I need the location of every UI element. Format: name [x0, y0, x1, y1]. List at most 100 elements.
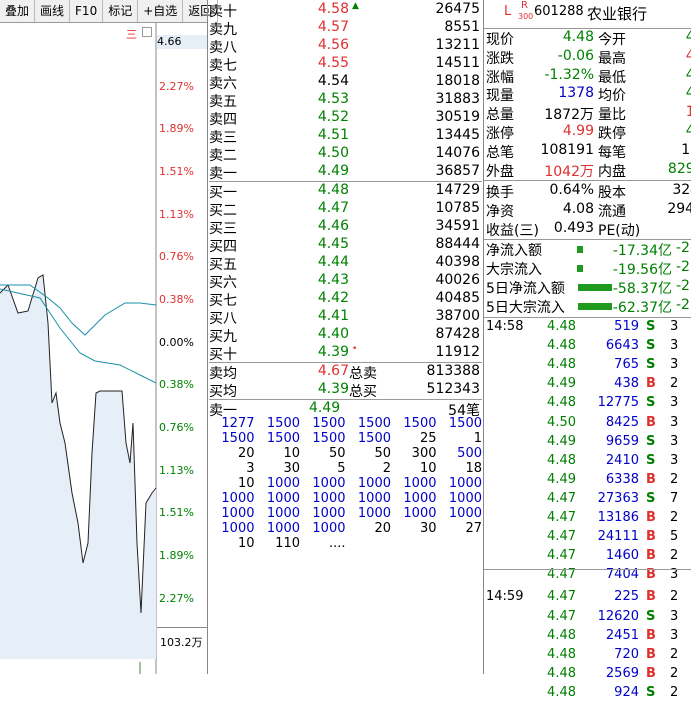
tick-time: 14:59 — [486, 589, 524, 605]
pct-label: 2.27% — [159, 592, 194, 605]
buy-level-label: 买三 — [209, 221, 237, 237]
tick-volume: 765 — [614, 357, 639, 373]
tick-row: 4.48 720 B 2 — [486, 647, 691, 666]
tick-extra: 3 — [670, 395, 679, 411]
queue-cell: 1277 — [221, 416, 255, 431]
buy-level-volume: 40485 — [435, 290, 480, 306]
sell-level-label: 卖八 — [209, 40, 237, 56]
buy-level-label: 买四 — [209, 239, 237, 255]
tick-row: 4.49 6338 B 2 — [486, 472, 691, 491]
tick-side: S — [646, 490, 656, 506]
buy-level-label: 买八 — [209, 311, 237, 327]
quote-row: 现价 4.48今开 4.5 — [486, 29, 691, 48]
draw-line-button[interactable]: 画线 — [35, 0, 71, 22]
buy-level-row[interactable]: 买三 4.46 34591 — [209, 218, 482, 237]
quote-row: 涨跌 -0.06最高 4.6 — [486, 48, 691, 67]
tick-volume: 2451 — [605, 627, 639, 643]
queue-cell: 1000 — [357, 491, 391, 506]
fundamental-value: 4.08 — [562, 201, 594, 217]
capital-flow-label: 5日大宗流入 — [486, 300, 565, 316]
quote-label: 最高 — [598, 50, 626, 67]
capital-flow-value: -19.56亿 — [612, 262, 672, 278]
queue-cell: 1500 — [357, 416, 391, 431]
window-toggle-icon[interactable] — [142, 27, 152, 37]
tick-extra: 2 — [670, 471, 679, 487]
buy-level-label: 买七 — [209, 293, 237, 309]
tick-row: 4.48 765 S 3 — [486, 357, 691, 376]
fundamental-value: 0.64% — [549, 182, 594, 198]
buy-level-price: 4.48 — [317, 182, 349, 198]
tick-side: B — [646, 510, 656, 525]
quote-value: 4.0 — [685, 123, 691, 139]
queue-cell: 1000 — [312, 491, 346, 506]
sell-level-price: 4.49 — [317, 163, 349, 179]
queue-row: 10 1000 1000 1000 1000 1000 — [209, 476, 482, 491]
panel-divider — [483, 0, 484, 674]
mark-button[interactable]: 标记 — [103, 0, 139, 22]
buy-level-row[interactable]: 买八 4.41 38700 — [209, 308, 482, 327]
tick-volume: 2569 — [605, 665, 639, 681]
buy-level-row[interactable]: 买五 4.44 40398 — [209, 254, 482, 273]
sell-level-row[interactable]: 卖十 4.58 ▲ 26475 — [209, 1, 482, 20]
tick-extra: 2 — [670, 684, 679, 700]
tick-price: 4.48 — [547, 452, 576, 468]
sell-level-row[interactable]: 卖三 4.51 13445 — [209, 127, 482, 146]
sell-level-row[interactable]: 卖二 4.50 14076 — [209, 145, 482, 164]
sell-level-row[interactable]: 卖六 4.54 18018 — [209, 73, 482, 92]
buy-level-volume: 14729 — [435, 182, 480, 198]
sell-level-volume: 14076 — [435, 145, 480, 161]
buy-level-row[interactable]: 买七 4.42 40485 — [209, 290, 482, 309]
buy-level-price: 4.39 — [317, 344, 349, 360]
sell-level-row[interactable]: 卖一 4.49 36857 — [209, 163, 482, 182]
r-sub: 300 — [518, 12, 534, 21]
sell-level-row[interactable]: 卖九 4.57 8551 — [209, 19, 482, 38]
total-buy-value: 512343 — [426, 381, 480, 397]
tick-volume: 24111 — [597, 529, 639, 545]
sell-level-label: 卖三 — [209, 130, 237, 146]
sell-level-label: 卖十 — [209, 4, 237, 20]
pct-label: 1.89% — [159, 549, 194, 562]
fundamental-row: 收益(三)0.493PE(动)6 — [486, 220, 691, 239]
sell-level-row[interactable]: 卖四 4.52 30519 — [209, 109, 482, 128]
queue-cell: 1000 — [448, 506, 482, 521]
buy-level-price: 4.43 — [317, 272, 349, 288]
buy-level-row[interactable]: 买十 4.39 • 11912 — [209, 344, 482, 363]
sell-level-row[interactable]: 卖五 4.53 31883 — [209, 91, 482, 110]
tick-volume: 1460 — [605, 548, 639, 564]
tick-price: 4.48 — [547, 646, 576, 662]
sell-level-row[interactable]: 卖七 4.55 14511 — [209, 55, 482, 74]
buy-level-row[interactable]: 买二 4.47 10785 — [209, 200, 482, 219]
sell-level-price: 4.57 — [317, 19, 349, 35]
capital-flow-value: -17.34亿 — [612, 243, 672, 259]
buy-level-volume: 88444 — [435, 236, 480, 252]
pct-label: 1.51% — [159, 165, 194, 178]
add-watchlist-button[interactable]: +自选 — [138, 0, 184, 22]
sell-level-price: 4.58 — [317, 1, 349, 17]
queue-row: 1000 1000 1000 1000 1000 1000 — [209, 491, 482, 506]
buy-level-price: 4.40 — [317, 326, 349, 342]
tick-price: 4.48 — [547, 338, 576, 354]
f10-button[interactable]: F10 — [70, 0, 104, 22]
sell-level-label: 卖一 — [209, 166, 237, 182]
tick-extra: 3 — [670, 319, 679, 334]
avg-sell-price: 4.67 — [317, 363, 349, 379]
tick-volume: 12775 — [597, 395, 639, 411]
tick-side: B — [646, 414, 656, 430]
quote-label: 涨幅 — [486, 69, 514, 86]
fundamental-row: 净资 4.08流通 2941- — [486, 201, 691, 220]
capital-flow-row: 净流入额 -17.34亿 -20 — [486, 240, 691, 259]
buy-level-row[interactable]: 买六 4.43 40026 — [209, 272, 482, 291]
capital-flow-row: 大宗流入 -19.56亿 -23 — [486, 259, 691, 278]
quote-label: 现价 — [486, 32, 514, 48]
intraday-chart[interactable]: 三 4.66 2.27% 1.89% 1.51% 1.13% 0.76% 0.3… — [0, 23, 208, 674]
queue-cell: 10 — [237, 536, 255, 551]
buy-level-row[interactable]: 买九 4.40 87428 — [209, 326, 482, 345]
tick-side: S — [646, 608, 656, 624]
overlay-button[interactable]: 叠加 — [0, 0, 36, 22]
sell-level-row[interactable]: 卖八 4.56 13211 — [209, 37, 482, 56]
quote-value: 4.4 — [685, 66, 691, 83]
quote-value: 4.5 — [685, 85, 691, 102]
capital-flow-label: 大宗流入 — [486, 262, 542, 278]
buy-level-row[interactable]: 买一 4.48 14729 — [209, 182, 482, 201]
buy-level-row[interactable]: 买四 4.45 88444 — [209, 236, 482, 255]
